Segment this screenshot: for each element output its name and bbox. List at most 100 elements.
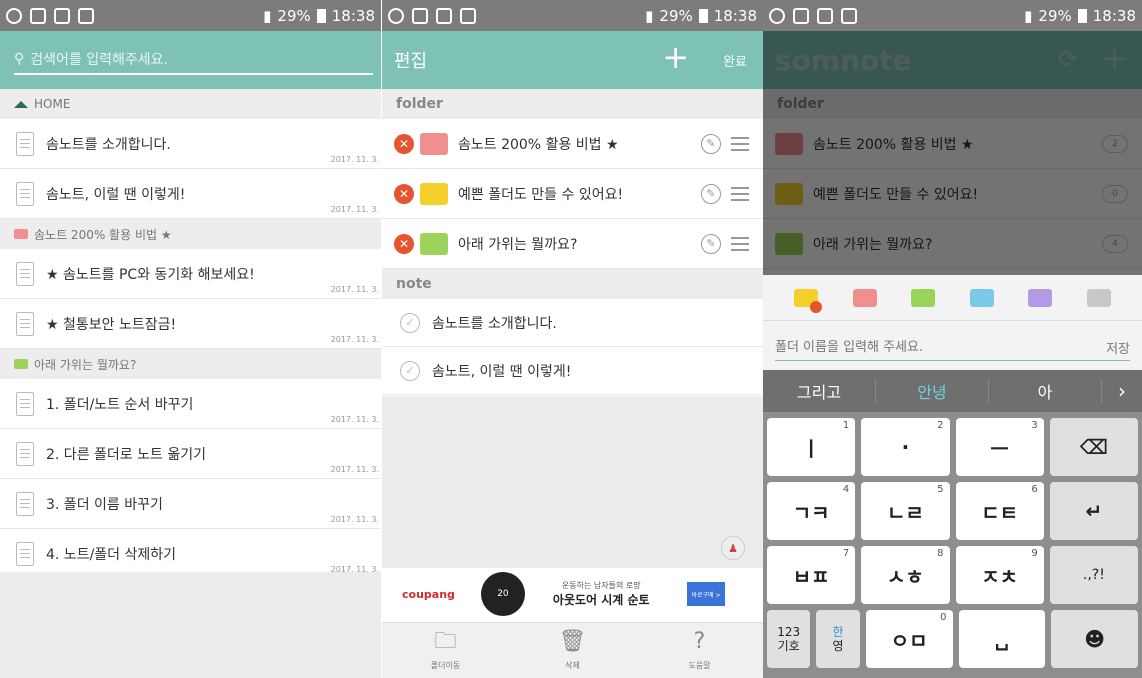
note-row[interactable]: ✓ 솜노트를 소개합니다. — [382, 299, 763, 347]
key[interactable]: ㄴㄹ 5 — [861, 482, 950, 540]
color-swatch-yellow[interactable] — [794, 289, 823, 313]
pencil-icon[interactable]: ✎ — [701, 133, 721, 154]
clock: 18:38 — [331, 6, 375, 25]
note-title: 솜노트, 이럴 땐 이렇게! — [432, 363, 572, 380]
delete-icon[interactable]: ✕ — [394, 233, 414, 254]
key[interactable]: ㅡ3 — [955, 418, 1044, 476]
folder-label: 솜노트 200% 활용 비법 ★ — [34, 227, 172, 242]
done-button[interactable]: 완료 — [723, 51, 747, 70]
color-swatch-gray[interactable] — [1086, 289, 1111, 307]
delete-button[interactable]: 🗑 삭제 — [509, 623, 636, 678]
app-icon — [388, 7, 404, 24]
note-icon — [16, 441, 34, 466]
drag-handle-icon[interactable] — [731, 236, 749, 251]
signal-icon: ▮ — [645, 6, 654, 25]
folder-count: 2 — [1102, 134, 1128, 153]
note-date: 2017. 11. 3. — [330, 515, 379, 524]
folder-row[interactable]: ✕ 솜노트 200% 활용 비법 ★ ✎ — [382, 119, 763, 169]
note-title: 솜노트를 소개합니다. — [432, 315, 557, 332]
list-item[interactable]: 솜노트를 소개합니다. 2017. 11. 3. — [0, 119, 381, 169]
suggestion[interactable]: 안녕 — [876, 379, 989, 403]
folder-header: folder — [382, 89, 763, 119]
delete-icon[interactable]: ✕ — [394, 133, 414, 154]
key[interactable]: ㅇㅁ 0 — [865, 610, 953, 668]
color-swatch-green[interactable] — [911, 289, 936, 307]
note-title: 솜노트, 이럴 땐 이렇게! — [46, 186, 186, 203]
note-list-screen: ▮ 29% 18:38 ⚲ 검색어를 입력해주세요. HOME 솜노트를 소개합니다… — [0, 0, 381, 678]
backspace-icon[interactable]: ⌫ — [1049, 418, 1138, 476]
key[interactable]: · 2 — [861, 418, 950, 476]
note-date: 2017. 11. 3. — [330, 285, 379, 294]
move-folder-button[interactable]: 🗀 폴더이동 — [382, 623, 509, 678]
save-button[interactable]: 저장 — [1106, 338, 1130, 357]
key[interactable]: ㅂㅍ 7 — [767, 546, 856, 604]
folder-row[interactable]: 예쁜 폴더도 만들 수 있어요! 0 — [763, 169, 1142, 219]
color-swatch-red[interactable] — [852, 289, 877, 307]
key[interactable]: ㅅㅎ 8 — [861, 546, 950, 604]
selected-check-icon — [810, 301, 823, 313]
new-folder-dialog: 저장 — [763, 275, 1142, 370]
note-row[interactable]: ✓ 솜노트, 이럴 땐 이렇게! — [382, 347, 763, 395]
folder-section[interactable]: 솜노트 200% 활용 비법 ★ — [0, 219, 381, 249]
image-icon — [412, 7, 428, 24]
folder-icon — [14, 229, 28, 239]
color-swatch-purple[interactable] — [1028, 289, 1053, 307]
color-swatch-blue[interactable] — [969, 289, 994, 307]
list-item[interactable]: ★ 철통보안 노트잠금! 2017. 11. 3. — [0, 299, 381, 349]
status-bar: ▮ 29% 18:38 — [0, 0, 381, 31]
pencil-icon[interactable]: ✎ — [701, 183, 721, 204]
key[interactable]: ㄱㅋ 4 — [767, 482, 856, 540]
drag-handle-icon[interactable] — [731, 186, 749, 201]
language-key[interactable]: 한영 — [816, 610, 860, 668]
key[interactable]: ㅣ1 — [767, 418, 856, 476]
note-icon — [16, 131, 34, 156]
note-title: 솜노트를 소개합니다. — [46, 136, 171, 153]
folder-section[interactable]: 아래 가위는 뭘까요? — [0, 349, 381, 379]
chevron-right-icon[interactable]: › — [1102, 379, 1142, 403]
emoji-icon[interactable]: ☻ — [1051, 610, 1138, 668]
ad-banner[interactable]: coupang 20 운동하는 남자들의 로망 아웃도어 시계 순토 바로구매 … — [382, 568, 763, 620]
space-icon[interactable]: ␣ — [958, 610, 1046, 668]
drag-handle-icon[interactable] — [731, 136, 749, 151]
ad-buy-button[interactable]: 바로구매 > — [687, 582, 725, 606]
note-title: 2. 다른 폴더로 노트 옮기기 — [46, 446, 206, 463]
note-date: 2017. 11. 3. — [330, 155, 379, 164]
key[interactable]: ㄷㅌ 6 — [955, 482, 1044, 540]
list-item[interactable]: ★ 솜노트를 PC와 동기화 해보세요! 2017. 11. 3. — [0, 249, 381, 299]
edit-screen: ▮ 29% 18:38 편집 + 완료 folder ✕ 솜노트 200% 활용 비… — [382, 0, 763, 678]
sync-icon[interactable]: ⟳ — [1058, 45, 1078, 73]
home-section[interactable]: HOME — [0, 89, 381, 119]
folder-label: 아래 가위는 뭘까요? — [34, 357, 137, 372]
note-icon — [16, 491, 34, 516]
list-item[interactable]: 2. 다른 폴더로 노트 옮기기 2017. 11. 3. — [0, 429, 381, 479]
note-title: 1. 폴더/노트 순서 바꾸기 — [46, 396, 194, 413]
image-icon — [793, 7, 809, 24]
check-icon[interactable]: ✓ — [400, 360, 420, 381]
add-icon[interactable]: + — [1101, 39, 1128, 77]
list-item[interactable]: 3. 폴더 이름 바꾸기 2017. 11. 3. — [0, 479, 381, 529]
clipboard-icon — [460, 7, 476, 24]
note-icon — [16, 181, 34, 206]
folder-row[interactable]: 아래 가위는 뭘까요? 4 — [763, 219, 1142, 269]
folder-row[interactable]: ✕ 아래 가위는 뭘까요? ✎ — [382, 219, 763, 269]
image-icon — [30, 7, 46, 24]
add-button[interactable]: + — [662, 41, 689, 73]
folder-row[interactable]: ✕ 예쁜 폴더도 만들 수 있어요! ✎ — [382, 169, 763, 219]
suggestion[interactable]: 그리고 — [763, 379, 876, 403]
check-icon[interactable]: ✓ — [400, 312, 420, 333]
ad-title: 아웃도어 시계 순토 — [552, 593, 650, 607]
suggestion[interactable]: 아 — [989, 379, 1102, 403]
key[interactable]: ㅈㅊ 9 — [955, 546, 1044, 604]
help-button[interactable]: ? 도움말 — [636, 623, 763, 678]
search-input[interactable]: ⚲ 검색어를 입력해주세요. — [14, 45, 373, 75]
mode-key[interactable]: 123 기호 — [767, 610, 811, 668]
delete-icon[interactable]: ✕ — [394, 183, 414, 204]
list-item[interactable]: 1. 폴더/노트 순서 바꾸기 2017. 11. 3. — [0, 379, 381, 429]
ad-info-icon[interactable]: ♟ — [721, 536, 745, 560]
folder-row[interactable]: 솜노트 200% 활용 비법 ★ 2 — [763, 119, 1142, 169]
folder-name-input[interactable] — [775, 340, 1107, 355]
punctuation-key[interactable]: .,?! — [1049, 546, 1138, 604]
list-item[interactable]: 솜노트, 이럴 땐 이렇게! 2017. 11. 3. — [0, 169, 381, 219]
enter-icon[interactable]: ↵ — [1049, 482, 1138, 540]
pencil-icon[interactable]: ✎ — [701, 233, 721, 254]
